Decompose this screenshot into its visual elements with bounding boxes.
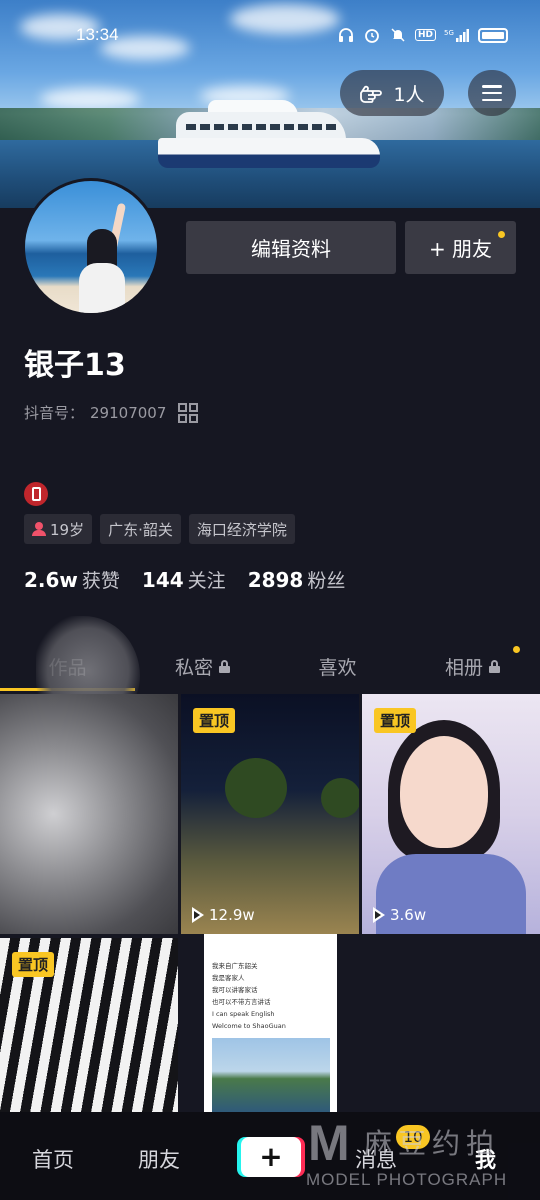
notification-dot (498, 231, 505, 238)
chat-screenshot-text: 我来自广东韶关 我是客家人 我可以讲客家话 也可以不带方言讲话 I can sp… (212, 962, 286, 1030)
chat-photo (212, 1038, 330, 1112)
headphones-icon (337, 26, 355, 44)
nav-home[interactable]: 首页 (32, 1144, 74, 1174)
edit-profile-button[interactable]: 编辑资料 (186, 221, 396, 274)
phone-icon (24, 482, 48, 506)
lock-icon (219, 659, 230, 673)
play-count: 12.9w (191, 906, 255, 924)
create-button[interactable]: + (241, 1137, 301, 1177)
bottom-nav: 首页 朋友 + 消息 10 我 (0, 1112, 540, 1200)
avatar[interactable] (22, 178, 160, 316)
tag-location: 广东·韶关 (100, 514, 181, 544)
add-friend-label: + 朋友 (428, 237, 493, 261)
stat-followers[interactable]: 2898 粉丝 (248, 566, 346, 593)
female-icon (32, 522, 46, 536)
douyin-id-label: 抖音号： (24, 404, 85, 422)
edit-profile-label: 编辑资料 (251, 237, 331, 261)
pinned-badge: 置顶 (12, 952, 55, 977)
svg-text:5G: 5G (444, 29, 454, 37)
mute-bell-icon (389, 26, 407, 44)
notification-dot (513, 646, 520, 653)
profile-name: 银子13 (24, 348, 126, 383)
ship-hull (158, 138, 380, 168)
play-count: 3.6w (372, 906, 426, 924)
tag-age: 19岁 (24, 514, 93, 544)
profile-stats: 2.6w 获赞 144 关注 2898 粉丝 (24, 566, 345, 593)
play-icon (191, 907, 205, 923)
visitors-button[interactable]: 1人 (340, 70, 444, 116)
empty-cell (362, 938, 540, 1112)
nav-me[interactable]: 我 (475, 1144, 496, 1174)
video-thumbnail[interactable]: 我来自广东韶关 我是客家人 我可以讲客家话 也可以不带方言讲话 I can sp… (204, 934, 337, 1112)
cloud (40, 88, 140, 110)
hd-icon: HD (414, 29, 436, 41)
tag-school: 海口经济学院 (188, 514, 295, 544)
play-icon (372, 907, 386, 923)
hand-pointer-icon (360, 85, 383, 103)
visitors-count: 1人 (393, 83, 425, 106)
status-bar: 13:34 HD 5G (0, 24, 540, 50)
nav-messages[interactable]: 消息 (355, 1144, 397, 1174)
menu-button[interactable] (468, 70, 516, 116)
add-friend-button[interactable]: + 朋友 (405, 221, 516, 274)
signal-5g-icon: 5G (444, 26, 470, 44)
qr-code-icon[interactable] (178, 402, 199, 423)
ship-windows (186, 124, 336, 130)
video-thumbnail[interactable]: 置顶 (0, 938, 178, 1112)
status-icons: HD 5G (337, 26, 508, 44)
pinned-badge: 置顶 (374, 708, 417, 733)
lock-icon (489, 659, 500, 673)
douyin-id-value: 29107007 (90, 403, 167, 422)
plus-icon: + (259, 1140, 283, 1173)
stat-following[interactable]: 144 关注 (142, 566, 226, 593)
video-thumbnail[interactable]: 置顶 3.6w (362, 694, 540, 934)
tab-album[interactable]: 相册 (405, 640, 540, 692)
tab-private[interactable]: 私密 (135, 640, 270, 692)
douyin-id[interactable]: 抖音号： 29107007 (24, 402, 199, 423)
stat-likes: 2.6w 获赞 (24, 568, 120, 592)
status-time: 13:34 (76, 25, 119, 44)
tab-likes[interactable]: 喜欢 (270, 640, 405, 692)
pinned-badge: 置顶 (193, 708, 236, 733)
video-thumbnail[interactable] (0, 694, 178, 934)
battery-icon (478, 27, 508, 43)
video-thumbnail[interactable]: 置顶 12.9w (181, 694, 359, 934)
hamburger-icon (482, 85, 502, 101)
profile-tags: 19岁 广东·韶关 海口经济学院 (24, 514, 295, 544)
alarm-icon (363, 26, 381, 44)
nav-friends[interactable]: 朋友 (138, 1144, 180, 1174)
message-count-badge: 10 (396, 1125, 430, 1149)
